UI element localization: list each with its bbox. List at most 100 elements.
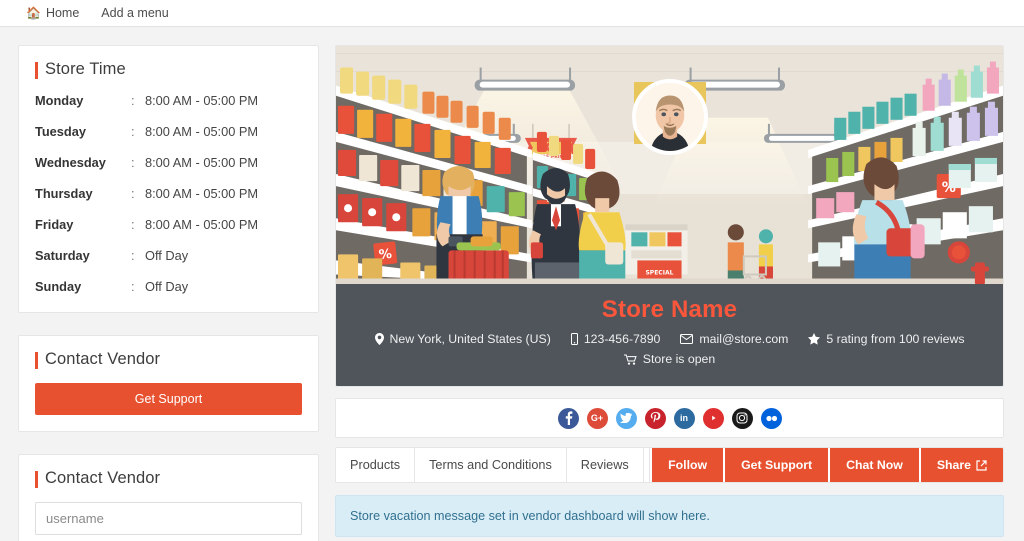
store-time-row: Tuesday : 8:00 AM - 05:00 PM	[35, 124, 302, 139]
get-support-action-label: Get Support	[741, 458, 813, 472]
store-meta-line: New York, United States (US) 123-456-789…	[346, 332, 993, 346]
main-content: % HALF PRICE	[335, 45, 1004, 541]
social-facebook[interactable]	[557, 407, 579, 429]
store-open-status-text: Store is open	[642, 352, 716, 366]
external-link-icon	[976, 459, 987, 471]
contact-vendor-support-panel: Contact Vendor Get Support	[18, 335, 319, 432]
topbar-home-label: Home	[45, 6, 80, 20]
get-support-action-button[interactable]: Get Support	[723, 448, 829, 482]
store-time-row: Sunday : Off Day	[35, 279, 302, 294]
store-phone: 123-456-7890	[570, 332, 661, 346]
store-time-row: Friday : 8:00 AM - 05:00 PM	[35, 217, 302, 232]
store-time-separator: :	[131, 155, 135, 170]
vendor-avatar-illustration	[635, 83, 704, 151]
store-time-day: Sunday	[35, 279, 82, 294]
chat-now-label: Chat Now	[846, 458, 903, 472]
share-button[interactable]: Share	[918, 448, 1003, 482]
store-rating-text: 5 rating from 100 reviews	[826, 332, 965, 346]
store-rating: 5 rating from 100 reviews	[808, 332, 964, 346]
get-support-button[interactable]: Get Support	[35, 383, 302, 415]
store-time-title: Store Time	[35, 60, 302, 79]
store-time-hours: Off Day	[145, 248, 189, 263]
social-youtube[interactable]	[702, 407, 724, 429]
tab-products[interactable]: Products	[336, 448, 416, 482]
store-time-day: Wednesday	[35, 155, 106, 170]
store-time-separator: :	[131, 248, 135, 263]
store-time-hours: 8:00 AM - 05:00 PM	[145, 186, 259, 201]
store-address: New York, United States (US)	[374, 332, 551, 346]
topbar-item-home[interactable]: 🏠 Home	[26, 6, 79, 20]
social-pinterest[interactable]	[644, 407, 666, 429]
store-time-day: Saturday	[35, 248, 90, 263]
avatar[interactable]	[631, 79, 708, 155]
contact-vendor-form-panel: Contact Vendor	[18, 454, 319, 541]
envelope-icon	[680, 334, 694, 344]
store-email: mail@store.com	[680, 332, 788, 346]
social-links-bar: G+ in	[335, 398, 1004, 438]
store-time-day: Monday	[35, 93, 84, 108]
shopping-cart-icon	[623, 354, 637, 365]
store-time-day: Friday	[35, 217, 74, 232]
store-phone-text: 123-456-7890	[583, 332, 661, 346]
store-time-row: Thursday : 8:00 AM - 05:00 PM	[35, 186, 302, 201]
social-linkedin[interactable]: in	[673, 407, 695, 429]
facebook-icon	[565, 411, 572, 425]
instagram-icon	[736, 412, 748, 424]
store-status-line: Store is open	[346, 352, 993, 366]
username-input[interactable]	[35, 502, 302, 535]
share-button-label: Share	[936, 458, 971, 472]
shopper-yellow	[578, 171, 626, 284]
store-address-text: New York, United States (US)	[389, 332, 551, 346]
twitter-icon	[620, 413, 632, 423]
store-time-row: Saturday : Off Day	[35, 248, 302, 263]
social-flickr[interactable]	[760, 407, 782, 429]
star-icon	[808, 333, 821, 345]
store-time-hours: 8:00 AM - 05:00 PM	[145, 217, 259, 232]
store-time-panel: Store Time Monday : 8:00 AM - 05:00 PM T…	[18, 45, 319, 313]
contact-vendor-form-title: Contact Vendor	[35, 469, 302, 488]
contact-vendor-support-title: Contact Vendor	[35, 350, 302, 369]
youtube-icon	[706, 413, 720, 423]
store-time-row: Monday : 8:00 AM - 05:00 PM	[35, 93, 302, 108]
store-banner: % HALF PRICE	[336, 46, 1003, 284]
store-time-day: Thursday	[35, 186, 93, 201]
follow-button-label: Follow	[668, 458, 708, 472]
store-time-hours: 8:00 AM - 05:00 PM	[145, 155, 259, 170]
chat-now-button[interactable]: Chat Now	[828, 448, 919, 482]
follow-button[interactable]: Follow	[650, 448, 724, 482]
admin-topbar: 🏠 Home Add a menu	[0, 0, 1024, 27]
store-tabs-row: Products Terms and Conditions Reviews Fo…	[335, 447, 1004, 483]
store-open-status: Store is open	[623, 352, 716, 366]
store-time-hours: Off Day	[145, 279, 189, 294]
topbar-add-menu-label: Add a menu	[101, 6, 169, 20]
store-time-hours: 8:00 AM - 05:00 PM	[145, 93, 259, 108]
pinterest-icon	[650, 411, 660, 422]
google-plus-icon: G+	[590, 412, 604, 423]
social-google-plus[interactable]: G+	[586, 407, 608, 429]
tab-reviews[interactable]: Reviews	[566, 448, 644, 482]
sidebar: Store Time Monday : 8:00 AM - 05:00 PM T…	[18, 45, 319, 541]
topbar-item-add-menu[interactable]: Add a menu	[101, 6, 168, 20]
store-time-separator: :	[131, 93, 135, 108]
page-body: Store Time Monday : 8:00 AM - 05:00 PM T…	[0, 27, 1024, 541]
flickr-icon	[765, 415, 777, 421]
store-time-separator: :	[131, 124, 135, 139]
store-info-bar: Store Name New York, United States (US)	[336, 284, 1003, 386]
store-time-row: Wednesday : 8:00 AM - 05:00 PM	[35, 155, 302, 170]
svg-text:SPECIAL: SPECIAL	[645, 269, 673, 276]
store-time-day: Tuesday	[35, 124, 86, 139]
store-name: Store Name	[601, 296, 738, 323]
store-card: % HALF PRICE	[335, 45, 1004, 387]
home-icon: 🏠	[26, 6, 41, 20]
store-time-separator: :	[131, 217, 135, 232]
vacation-message-alert: Store vacation message set in vendor das…	[335, 495, 1004, 537]
social-twitter[interactable]	[615, 407, 637, 429]
store-time-hours: 8:00 AM - 05:00 PM	[145, 124, 259, 139]
mobile-phone-icon	[570, 333, 578, 345]
store-email-text: mail@store.com	[699, 332, 789, 346]
social-instagram[interactable]	[731, 407, 753, 429]
linkedin-icon: in	[680, 412, 688, 423]
tab-terms-and-conditions[interactable]: Terms and Conditions	[415, 448, 567, 482]
store-time-separator: :	[131, 279, 135, 294]
map-marker-icon	[374, 333, 384, 345]
